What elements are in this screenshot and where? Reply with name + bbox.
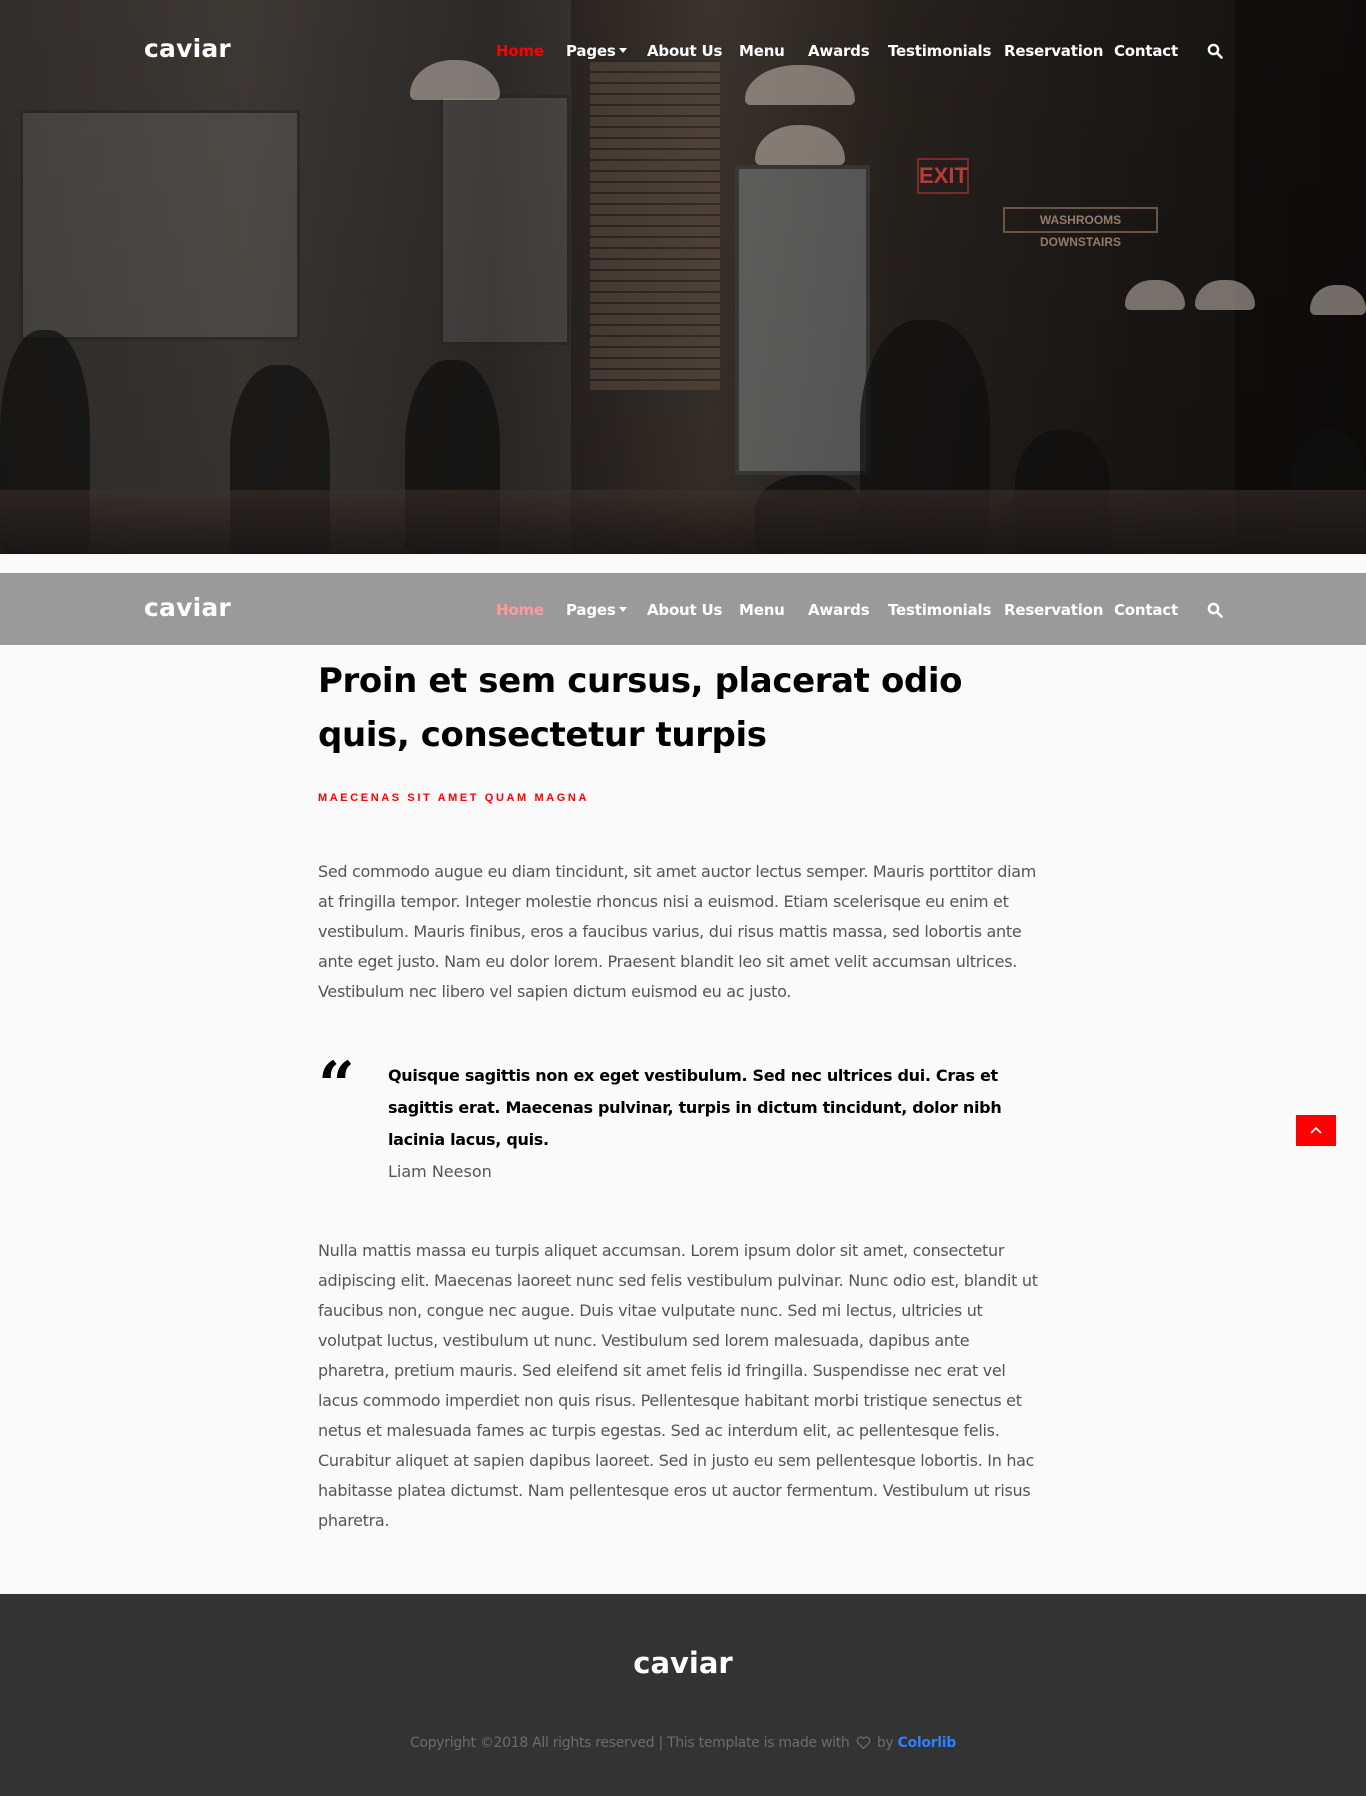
nav-item-reservation[interactable]: Reservation: [1004, 601, 1103, 619]
nav-item-pages-label: Pages: [566, 601, 616, 619]
copyright-by: by: [876, 1735, 894, 1751]
site-logo[interactable]: caviar: [144, 34, 231, 63]
nav-item-reservation[interactable]: Reservation: [1004, 42, 1103, 60]
nav-item-contact[interactable]: Contact: [1114, 42, 1178, 60]
back-to-top-button[interactable]: [1296, 1115, 1336, 1146]
hero-table-area: [0, 490, 1366, 554]
nav-item-menu[interactable]: Menu: [739, 601, 785, 619]
blog-article: Proin et sem cursus, placerat odio quis,…: [318, 654, 1040, 1536]
quote-text: Quisque sagittis non ex eget vestibulum.…: [388, 1066, 1002, 1149]
nav-item-home[interactable]: Home: [496, 42, 544, 60]
article-title: Proin et sem cursus, placerat odio quis,…: [318, 661, 963, 755]
hero-exit-sign: EXIT: [917, 158, 969, 194]
hero-lamp: [755, 125, 845, 165]
nav-item-about-us[interactable]: About Us: [647, 601, 722, 619]
nav-item-awards[interactable]: Awards: [808, 601, 870, 619]
nav-item-pages-label: Pages: [566, 42, 616, 60]
copyright-text: Copyright ©2018 All rights reserved | Th…: [0, 1735, 1366, 1751]
article-subtitle: MAECENAS SIT AMET QUAM MAGNA: [318, 792, 589, 804]
nav-item-home[interactable]: Home: [496, 601, 544, 619]
site-logo[interactable]: caviar: [144, 593, 231, 622]
site-footer: caviar Copyright ©2018 All rights reserv…: [0, 1594, 1366, 1796]
nav-item-testimonials[interactable]: Testimonials: [888, 42, 991, 60]
nav-item-testimonials[interactable]: Testimonials: [888, 601, 991, 619]
hero-door: [735, 165, 870, 475]
footer-logo[interactable]: caviar: [0, 1646, 1366, 1680]
caret-down-icon: [618, 607, 627, 612]
hero-wall-sign: WASHROOMS DOWNSTAIRS: [1003, 207, 1158, 249]
nav-item-awards[interactable]: Awards: [808, 42, 870, 60]
copyright-prefix: Copyright ©2018 All rights reserved | Th…: [409, 1735, 850, 1751]
nav-item-contact[interactable]: Contact: [1114, 601, 1178, 619]
search-icon[interactable]: [1207, 43, 1223, 59]
nav-item-menu[interactable]: Menu: [739, 42, 785, 60]
article-paragraph: Nulla mattis massa eu turpis aliquet acc…: [318, 1241, 1038, 1530]
heart-icon: [856, 1736, 871, 1749]
search-icon[interactable]: [1207, 602, 1223, 618]
nav-item-about-us[interactable]: About Us: [647, 42, 722, 60]
hero-window: [440, 95, 570, 345]
sticky-navbar: caviar Home Pages About Us Menu Awards T…: [0, 573, 1366, 645]
quote-author: Liam Neeson: [388, 1162, 492, 1181]
article-paragraph: Sed commodo augue eu diam tincidunt, sit…: [318, 862, 1037, 1001]
chevron-up-icon: [1310, 1126, 1322, 1134]
nav-item-pages[interactable]: Pages: [566, 42, 627, 60]
hero-brick-column: [590, 60, 720, 390]
top-navbar: caviar Home Pages About Us Menu Awards T…: [0, 14, 1366, 86]
hero-window: [20, 110, 300, 340]
article-blockquote: “ Quisque sagittis non ex eget vestibulu…: [318, 1054, 1040, 1182]
caret-down-icon: [618, 48, 627, 53]
colorlib-link[interactable]: Colorlib: [898, 1735, 957, 1751]
section-gap: [0, 554, 1366, 573]
quote-icon: “: [318, 1048, 355, 1123]
hero-lamp: [1125, 280, 1185, 310]
nav-item-pages[interactable]: Pages: [566, 601, 627, 619]
